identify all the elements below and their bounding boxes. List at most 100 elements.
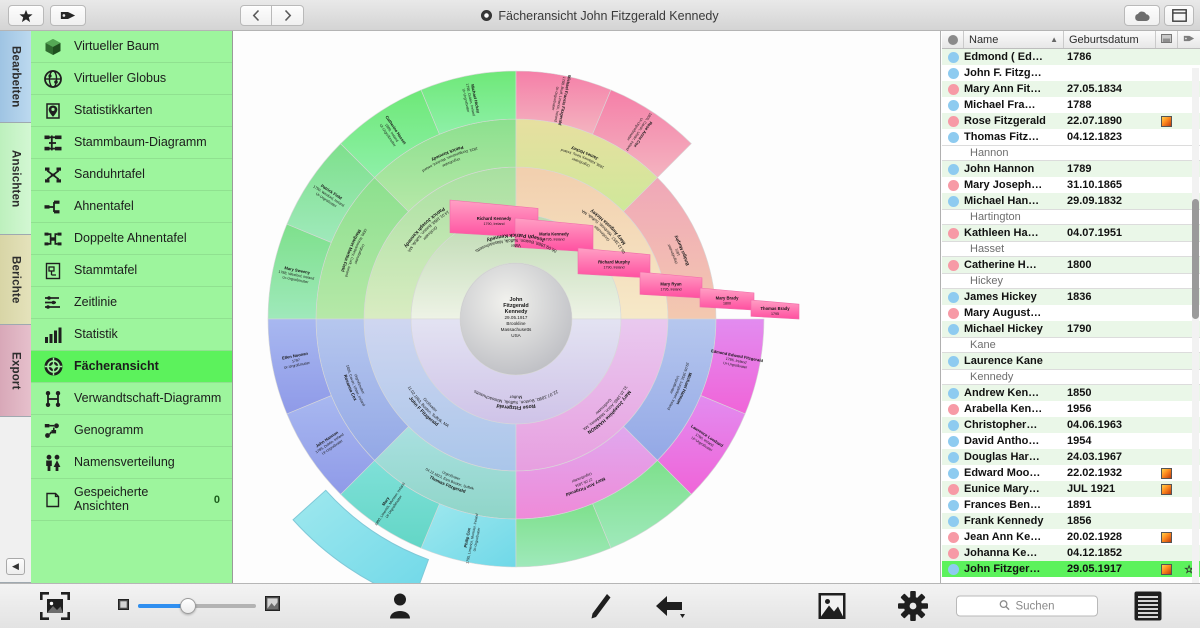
list-scrollbar-thumb[interactable]	[1192, 199, 1199, 319]
column-birthdate[interactable]: Geburtsdatum	[1064, 31, 1156, 48]
sidebar-item-stammbaum-diagramm[interactable]: Stammbaum-Diagramm	[31, 127, 232, 159]
table-row[interactable]: Mary August…	[942, 305, 1200, 321]
settings-button[interactable]	[898, 591, 928, 621]
sidebar-item-stammtafel[interactable]: Stammtafel	[31, 255, 232, 287]
table-row[interactable]: Frank Kennedy 1856	[942, 513, 1200, 529]
search-placeholder: Suchen	[1015, 600, 1055, 612]
group-label: Hannon	[970, 147, 1009, 159]
zoom-slider-knob[interactable]	[180, 598, 196, 614]
person-birthdate: 1788	[1067, 99, 1092, 111]
table-row[interactable]: Edward Moo… 22.02.1932	[942, 465, 1200, 481]
person-birthdate: 29.09.1832	[1067, 195, 1123, 207]
male-dot-icon	[942, 435, 964, 447]
column-sex[interactable]	[942, 31, 964, 48]
table-row[interactable]: Rose Fitzgerald 22.07.1890	[942, 113, 1200, 129]
pencil-icon	[588, 593, 612, 619]
fit-to-screen-button[interactable]	[40, 592, 70, 620]
sidebar-item-virtueller-baum[interactable]: Virtueller Baum	[31, 31, 232, 63]
table-row[interactable]: James Hickey 1836	[942, 289, 1200, 305]
zoom-slider-track[interactable]	[138, 598, 256, 614]
table-row[interactable]: Edmond ( Ed… 1786	[942, 49, 1200, 65]
edit-button[interactable]	[588, 593, 612, 619]
fan-chart-canvas[interactable]: Richard Kennedy 1790, Ireland Maria Kenned…	[233, 31, 941, 583]
tab-ansichten[interactable]: Ansichten	[0, 123, 31, 235]
table-row[interactable]: John Fitzger… 29.05.1917 ☆	[942, 561, 1200, 577]
column-name-label: Name	[969, 33, 999, 46]
sidebar-item-zeitlinie[interactable]: Zeitlinie	[31, 287, 232, 319]
sidebar-item-sanduhrtafel[interactable]: Sanduhrtafel	[31, 159, 232, 191]
table-row[interactable]: Mary Joseph… 31.10.1865	[942, 177, 1200, 193]
person-photo-cell	[1154, 467, 1178, 479]
person-name: Edmond ( Ed…	[964, 51, 1043, 63]
list-group-header: Hasset	[942, 241, 1200, 257]
sidebar-item-gespeicherte-ansichten[interactable]: Gespeicherte Ansichten 0	[31, 479, 232, 521]
sidebar-item-genogramm[interactable]: Genogramm	[31, 415, 232, 447]
list-scrollbar-track[interactable]	[1192, 68, 1199, 583]
collapse-sidebar-button[interactable]: ◀	[6, 558, 25, 575]
sidebar-item-doppelte-ahnentafel[interactable]: Doppelte Ahnentafel	[31, 223, 232, 255]
column-photo[interactable]	[1156, 31, 1178, 48]
fan-center-label: 29.05.1917	[505, 315, 528, 320]
person-name: Arabella Ken…	[964, 403, 1043, 415]
tab-bearbeiten-label: Bearbeiten	[9, 45, 22, 108]
person-photo-cell	[1154, 115, 1178, 127]
female-dot-icon	[942, 179, 964, 191]
table-row[interactable]: Kathleen Ha… 04.07.1951	[942, 225, 1200, 241]
media-button[interactable]	[818, 593, 846, 620]
table-row[interactable]: Jean Ann Ke… 20.02.1928	[942, 529, 1200, 545]
column-name[interactable]: Name ▲	[964, 31, 1064, 48]
views-sidebar: Virtueller Baum Virtueller Globus Statisti…	[31, 31, 233, 583]
zoom-out-thumbnail-icon[interactable]	[118, 597, 129, 615]
table-row[interactable]: Frances Ben… 1891	[942, 497, 1200, 513]
sidebar-item-ahnentafel[interactable]: Ahnentafel	[31, 191, 232, 223]
table-row[interactable]: Johanna Ke… 04.12.1852	[942, 545, 1200, 561]
sidebar-item-namensverteilung[interactable]: Namensverteilung	[31, 447, 232, 479]
sidebar-item-virtueller-globus[interactable]: Virtueller Globus	[31, 63, 232, 95]
table-row[interactable]: Michael Han… 29.09.1832	[942, 193, 1200, 209]
sidebar-item-statistikkarten[interactable]: Statistikkarten	[31, 95, 232, 127]
tags-button[interactable]	[50, 5, 86, 26]
person-list[interactable]: Edmond ( Ed… 1786 John F. Fitzg… Mary Ann F…	[942, 49, 1200, 583]
sidebar-item-verwandtschaft-diagramm[interactable]: Verwandtschaft-Diagramm	[31, 383, 232, 415]
table-row[interactable]: Andrew Ken… 1850	[942, 385, 1200, 401]
person-photo-cell	[1154, 531, 1178, 543]
table-row[interactable]: John F. Fitzg…	[942, 65, 1200, 81]
table-row[interactable]: Catherine H… 1800	[942, 257, 1200, 273]
person-name: Andrew Ken…	[964, 387, 1040, 399]
table-row[interactable]: Michael Hickey 1790	[942, 321, 1200, 337]
navigate-back-button[interactable]	[240, 5, 272, 26]
table-row[interactable]: John Hannon 1789	[942, 161, 1200, 177]
search-input[interactable]: Suchen	[956, 595, 1098, 617]
table-row[interactable]: Laurence Kane	[942, 353, 1200, 369]
select-person-button[interactable]	[388, 593, 412, 620]
table-row[interactable]: Douglas Har… 24.03.1967	[942, 449, 1200, 465]
fan-strip-label: Thomas Brady	[760, 306, 790, 311]
table-row[interactable]: Thomas Fitz… 04.12.1823	[942, 129, 1200, 145]
zoom-in-thumbnail-icon[interactable]	[265, 596, 280, 616]
tab-berichte[interactable]: Berichte	[0, 235, 31, 325]
sidebar-item-f-cheransicht[interactable]: Fächeransicht	[31, 351, 232, 383]
person-name: David Antho…	[964, 435, 1040, 447]
male-dot-icon	[942, 99, 964, 111]
person-name: Christopher…	[964, 419, 1038, 431]
table-row[interactable]: Michael Fra… 1788	[942, 97, 1200, 113]
zoom-slider-group[interactable]	[118, 596, 280, 616]
list-group-header: Hartington	[942, 209, 1200, 225]
toggle-inspector-button[interactable]	[1164, 5, 1194, 26]
photo-thumbnail-icon	[1160, 467, 1172, 479]
table-row[interactable]: David Antho… 1954	[942, 433, 1200, 449]
table-row[interactable]: Arabella Ken… 1956	[942, 401, 1200, 417]
column-tag[interactable]	[1178, 31, 1200, 48]
table-row[interactable]: Mary Ann Fit… 27.05.1834	[942, 81, 1200, 97]
sidebar-item-statistik[interactable]: Statistik	[31, 319, 232, 351]
list-view-button[interactable]	[1134, 591, 1162, 621]
person-name: Michael Han…	[964, 195, 1040, 207]
undo-button[interactable]	[655, 594, 685, 618]
favorites-button[interactable]	[8, 5, 44, 26]
tab-bearbeiten[interactable]: Bearbeiten	[0, 31, 31, 123]
tab-export[interactable]: Export	[0, 325, 31, 417]
table-row[interactable]: Eunice Mary… JUL 1921	[942, 481, 1200, 497]
table-row[interactable]: Christopher… 04.06.1963	[942, 417, 1200, 433]
cloud-sync-button[interactable]	[1124, 5, 1160, 26]
navigate-forward-button[interactable]	[272, 5, 304, 26]
